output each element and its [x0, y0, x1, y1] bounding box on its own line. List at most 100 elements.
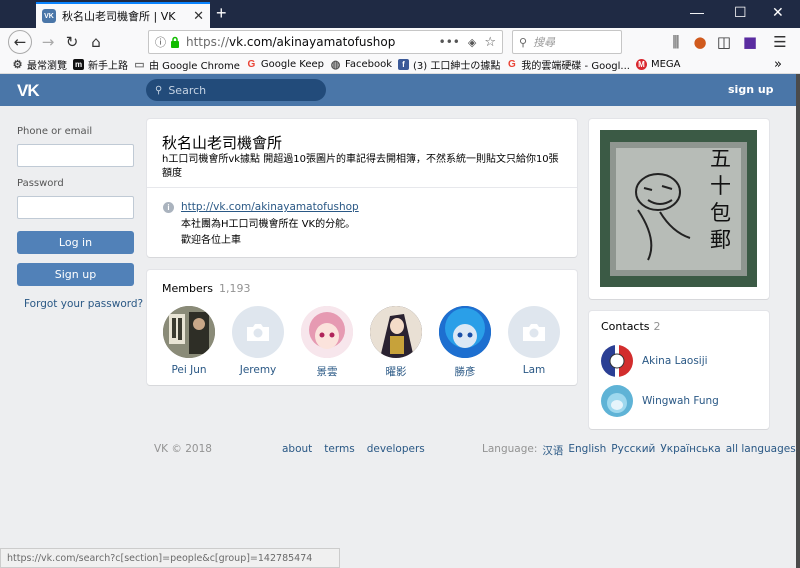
- vk-search-placeholder: Search: [168, 83, 207, 97]
- new-tab-icon[interactable]: +: [216, 3, 227, 24]
- group-description: 本社團為H工口司機會所在 VK的分舵。 歡迎各位上車: [181, 217, 355, 249]
- language-label: Language:: [482, 443, 538, 455]
- bookmark-item[interactable]: ▭ 由 Google Chrome: [134, 57, 240, 72]
- avatar: [163, 306, 215, 358]
- search-icon: ⚲: [519, 35, 528, 49]
- bookmark-item[interactable]: m 新手上路: [73, 57, 128, 72]
- browser-search-placeholder: 搜尋: [533, 36, 556, 49]
- vk-favicon-icon: VK: [42, 9, 56, 23]
- signup-button[interactable]: Sign up: [17, 263, 134, 286]
- member-item[interactable]: 景雲: [294, 306, 360, 379]
- bookmark-label: (3) 工口紳士の據點: [413, 61, 501, 72]
- language-link[interactable]: all languages »: [726, 443, 800, 458]
- contacts-card: Contacts 2 Akina Laosiji Wingwah Fung: [589, 311, 769, 429]
- extension-purple-icon[interactable]: ■: [738, 30, 762, 54]
- folder-icon: ▭: [134, 59, 145, 71]
- contact-item[interactable]: Wingwah Fung: [601, 385, 719, 417]
- close-tab-icon[interactable]: ✕: [193, 9, 204, 24]
- bookmark-label: MEGA: [650, 59, 681, 70]
- group-cover-card: 五十包郵: [589, 119, 769, 299]
- bookmark-label: 我的雲端硬碟 - Googl...: [521, 61, 630, 72]
- signup-link[interactable]: sign up: [728, 83, 774, 96]
- footer-copyright: VK © 2018: [154, 443, 212, 455]
- info-icon[interactable]: ⓘ: [155, 34, 166, 50]
- members-count: 1,193: [218, 282, 251, 295]
- member-item[interactable]: 曜影: [363, 306, 429, 379]
- members-card: Members 1,193 Pei Jun Jeremy 景雲 曜影 勝彥 La…: [147, 270, 577, 385]
- camera-icon: [523, 324, 545, 341]
- vk-logo[interactable]: VK: [17, 81, 40, 101]
- footer-link-terms[interactable]: terms: [324, 443, 354, 455]
- footer-links: about terms developers: [282, 443, 425, 455]
- bookmark-item[interactable]: G Google Keep: [246, 59, 324, 70]
- page-title: 秋名山老司機會所: [162, 134, 283, 152]
- contacts-title[interactable]: Contacts 2: [601, 320, 661, 333]
- divider: [147, 187, 577, 188]
- login-button[interactable]: Log in: [17, 231, 134, 254]
- browser-search-input[interactable]: ⚲ 搜尋: [512, 30, 622, 54]
- bookmark-label: 最常瀏覽: [27, 61, 67, 72]
- language-link[interactable]: 汉语: [542, 443, 563, 458]
- footer-link-about[interactable]: about: [282, 443, 312, 455]
- member-item[interactable]: Pei Jun: [156, 306, 222, 376]
- bookmark-star-icon[interactable]: ☆: [484, 35, 496, 50]
- footer-languages: Language: 汉语 English Русский Українська …: [482, 443, 800, 458]
- forward-button[interactable]: →: [36, 30, 60, 54]
- pocket-icon[interactable]: ◈: [468, 36, 476, 49]
- extension-medal-icon[interactable]: ●: [688, 30, 712, 54]
- url-bar[interactable]: ⓘ https://vk.com/akinayamatofushop ••• ◈…: [148, 30, 503, 54]
- footer-link-developers[interactable]: developers: [367, 443, 425, 455]
- browser-tab[interactable]: VK 秋名山老司機會所 | VK ✕: [36, 2, 210, 28]
- minimize-icon[interactable]: —: [690, 4, 704, 20]
- bookmark-label: 新手上路: [88, 61, 128, 72]
- window-edge: [796, 74, 800, 568]
- mega-icon: M: [635, 59, 647, 70]
- avatar: [601, 345, 633, 377]
- vk-search-input[interactable]: ⚲ Search: [146, 79, 326, 101]
- password-field[interactable]: [17, 196, 134, 219]
- reload-button[interactable]: ↻: [60, 30, 84, 54]
- sidebar-icon[interactable]: ◫: [712, 30, 736, 54]
- browser-navbar: ← → ↻ ⌂ ⓘ https://vk.com/akinayamatofush…: [0, 28, 800, 56]
- password-label: Password: [17, 178, 64, 189]
- bookmark-item[interactable]: ⚙ 最常瀏覽: [12, 57, 67, 72]
- bookmark-label: Google Keep: [260, 59, 325, 70]
- globe-icon: ◍: [330, 59, 341, 71]
- avatar: [439, 306, 491, 358]
- page-actions-icon[interactable]: •••: [439, 35, 460, 49]
- group-info-card: 秋名山老司機會所 h工口司機會所vk據點 開超過10張圖片的車記得去開相簿，不然…: [147, 119, 577, 257]
- member-item[interactable]: Jeremy: [225, 306, 291, 376]
- bookmark-item[interactable]: G 我的雲端硬碟 - Googl...: [506, 57, 630, 72]
- window-close-icon[interactable]: ✕: [772, 4, 784, 21]
- member-item[interactable]: 勝彥: [432, 306, 498, 379]
- group-website-link[interactable]: http://vk.com/akinayamatofushop: [181, 201, 359, 213]
- more-bookmarks-icon[interactable]: »: [774, 57, 782, 72]
- forgot-password-link[interactable]: Forgot your password?: [24, 298, 143, 310]
- member-item[interactable]: Lam: [501, 306, 567, 376]
- group-status: h工口司機會所vk據點 開超過10張圖片的車記得去開相簿，不然系統一則貼文只給你…: [162, 154, 559, 179]
- members-title[interactable]: Members 1,193: [162, 282, 250, 295]
- bookmark-item[interactable]: M MEGA: [635, 59, 681, 70]
- home-button[interactable]: ⌂: [84, 30, 108, 54]
- bookmark-item[interactable]: ◍ Facebook: [330, 59, 392, 71]
- tab-title: 秋名山老司機會所 | VK: [62, 10, 176, 23]
- gear-icon: ⚙: [12, 59, 23, 71]
- search-icon: ⚲: [155, 84, 163, 96]
- library-icon[interactable]: ⫼: [664, 30, 688, 54]
- phone-label: Phone or email: [17, 126, 93, 137]
- language-link[interactable]: Русский: [611, 443, 655, 458]
- maximize-icon[interactable]: ☐: [734, 4, 747, 21]
- group-cover-image[interactable]: 五十包郵: [600, 130, 757, 287]
- lock-icon: [171, 36, 179, 48]
- google-icon: G: [507, 59, 516, 70]
- avatar: [232, 306, 284, 358]
- bookmark-item[interactable]: f (3) 工口紳士の據點: [398, 57, 500, 72]
- language-link[interactable]: Українська: [660, 443, 720, 458]
- phone-field[interactable]: [17, 144, 134, 167]
- google-icon: G: [247, 59, 256, 70]
- back-button[interactable]: ←: [8, 30, 32, 54]
- contact-item[interactable]: Akina Laosiji: [601, 345, 708, 377]
- member-name: 景雲: [316, 366, 338, 378]
- menu-icon[interactable]: ☰: [768, 30, 792, 54]
- language-link[interactable]: English: [568, 443, 606, 458]
